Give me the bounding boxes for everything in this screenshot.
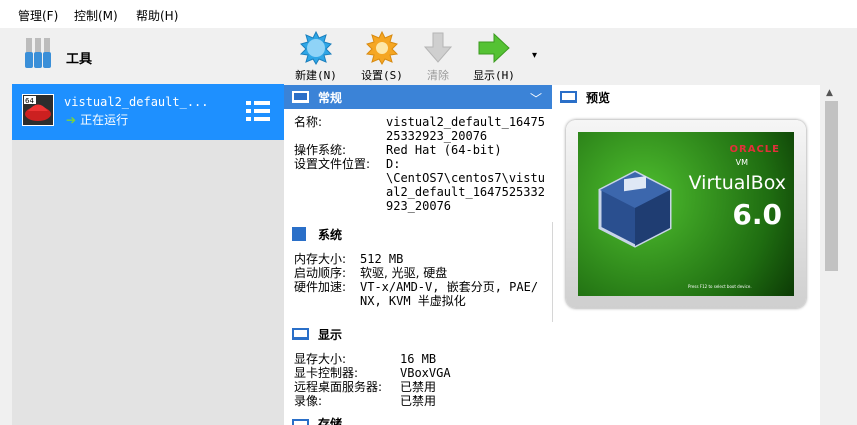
- scroll-up-arrow-icon[interactable]: ▲: [826, 88, 833, 98]
- gear-icon: [365, 31, 399, 65]
- toolbar: 新建(N) 设置(S) 清除 显示(H) ▾: [284, 28, 857, 85]
- display-value: 已禁用: [400, 380, 437, 394]
- system-title: 系统: [318, 228, 343, 242]
- product-version: 6.0: [732, 198, 782, 231]
- general-key: 操作系统:: [294, 143, 347, 157]
- general-value: vistual2_default_16475 25332923_20076: [386, 115, 545, 143]
- tools-icon: [25, 38, 51, 68]
- vm-status-label: 正在运行: [80, 113, 129, 127]
- system-key: 启动顺序:: [294, 266, 347, 280]
- display-value: VBoxVGA: [400, 366, 451, 380]
- virtualbox-cube-icon: [598, 170, 672, 248]
- show-label: 显示(H): [473, 69, 515, 82]
- oracle-logo-text: ORACLE: [729, 144, 780, 155]
- details-scrollbar[interactable]: ▲: [823, 85, 840, 425]
- general-value: D: \CentOS7\centos7\vistu al2_default_1647…: [386, 157, 545, 213]
- display-section: 显示 显存大小: 16 MB 显卡控制器: VBoxVGA 远程桌面服务器: 已…: [284, 322, 820, 416]
- settings-button[interactable]: 设置(S): [358, 31, 406, 83]
- storage-section: 存储: [284, 415, 820, 425]
- display-value: 16 MB: [400, 352, 437, 366]
- preview-screen: ORACLE VM VirtualBox 6.0 Press F12 to se…: [578, 132, 794, 296]
- monitor-icon: [292, 91, 309, 103]
- system-key: 硬件加速:: [294, 280, 347, 294]
- system-header[interactable]: 系统: [284, 222, 552, 246]
- details-panel: 常规 ﹀ 名称: vistual2_default_16475 25332923_…: [284, 85, 820, 425]
- system-rows: 内存大小: 512 MB 启动顺序: 软驱, 光驱, 硬盘 硬件加速: VT-x…: [294, 252, 538, 308]
- discard-button[interactable]: 清除: [420, 31, 456, 83]
- menu-help[interactable]: 帮助(H): [136, 7, 178, 24]
- preview-header[interactable]: 预览: [552, 85, 820, 109]
- general-key: 设置文件位置:: [294, 157, 371, 171]
- display-key: 远程桌面服务器:: [294, 380, 383, 394]
- show-arrow-icon: [478, 32, 510, 64]
- display-title: 显示: [318, 328, 343, 342]
- show-dropdown-arrow-icon[interactable]: ▾: [532, 50, 537, 61]
- new-label: 新建(N): [295, 69, 337, 82]
- system-key: 内存大小:: [294, 252, 347, 266]
- product-name: VirtualBox: [688, 172, 786, 194]
- discard-arrow-icon: [423, 32, 453, 63]
- new-button[interactable]: 新建(N): [292, 31, 340, 83]
- vm-name: vistual2_default_...: [64, 95, 209, 109]
- scroll-thumb[interactable]: [825, 101, 838, 271]
- menu-machine[interactable]: 控制(M): [74, 7, 118, 24]
- storage-icon: [292, 419, 309, 425]
- storage-title: 存储: [318, 417, 343, 425]
- chip-icon: [292, 227, 306, 241]
- tools-item[interactable]: 工具: [12, 28, 284, 84]
- menu-file[interactable]: 管理(F): [18, 7, 58, 24]
- settings-label: 设置(S): [361, 69, 403, 82]
- show-button[interactable]: 显示(H): [470, 31, 518, 83]
- boot-hint: Press F12 to select boot device.: [688, 284, 752, 289]
- new-icon: [299, 31, 333, 65]
- machine-list-panel: 工具 64 vistual2_default_... ➔ 正在运行: [12, 28, 284, 425]
- vm-logo-text: VM: [735, 158, 748, 167]
- general-key: 名称:: [294, 115, 323, 129]
- monitor-icon: [560, 91, 577, 103]
- running-arrow-icon: ➔: [66, 113, 77, 127]
- display-key: 显卡控制器:: [294, 366, 359, 380]
- display-header[interactable]: 显示: [284, 322, 820, 346]
- vm-status: ➔ 正在运行: [66, 111, 128, 128]
- tools-label: 工具: [66, 52, 93, 67]
- system-section: 系统 内存大小: 512 MB 启动顺序: 软驱, 光驱, 硬盘 硬件加速: V…: [284, 222, 553, 323]
- redhat-os-icon: 64: [22, 94, 54, 126]
- display-value: 已禁用: [400, 394, 437, 408]
- preview-frame: ORACLE VM VirtualBox 6.0 Press F12 to se…: [566, 120, 806, 308]
- display-key: 录像:: [294, 394, 323, 408]
- collapse-chevron-icon[interactable]: ﹀: [530, 90, 542, 107]
- system-value: 512 MB: [360, 252, 404, 266]
- vm-list-item[interactable]: 64 vistual2_default_... ➔ 正在运行: [12, 84, 284, 140]
- general-value: Red Hat (64-bit): [386, 143, 502, 157]
- os-badge: 64: [25, 97, 34, 105]
- general-rows: 名称: vistual2_default_16475 25332923_20076…: [294, 115, 545, 213]
- storage-header[interactable]: 存储: [284, 416, 820, 425]
- monitor-icon: [292, 328, 309, 340]
- system-value: 软驱, 光驱, 硬盘: [360, 266, 448, 280]
- general-title: 常规: [318, 91, 343, 105]
- details-menu-icon[interactable]: [246, 100, 270, 122]
- general-section: 常规 ﹀ 名称: vistual2_default_16475 25332923_…: [284, 85, 553, 223]
- display-rows: 显存大小: 16 MB 显卡控制器: VBoxVGA 远程桌面服务器: 已禁用 …: [294, 352, 451, 408]
- general-header[interactable]: 常规 ﹀: [284, 85, 552, 109]
- system-value: VT-x/AMD-V, 嵌套分页, PAE/NX, KVM 半虚拟化: [360, 280, 539, 308]
- preview-title: 预览: [586, 91, 611, 105]
- preview-section: 预览 ORACLE VM VirtualBox 6.0 Press F12 to…: [552, 85, 820, 323]
- display-key: 显存大小:: [294, 352, 347, 366]
- discard-label: 清除: [427, 69, 449, 82]
- menu-bar: 管理(F) 控制(M) 帮助(H): [0, 0, 857, 28]
